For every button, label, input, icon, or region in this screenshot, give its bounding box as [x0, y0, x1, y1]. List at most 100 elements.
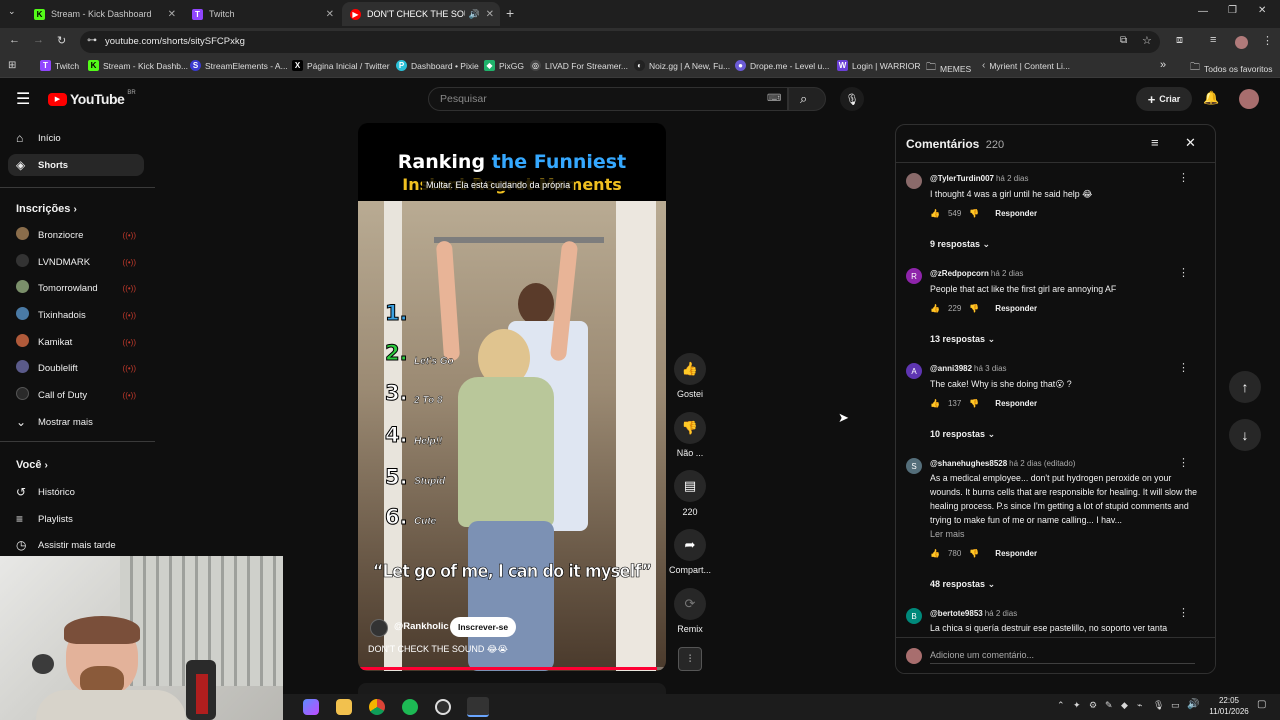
tab-close-icon[interactable]: ✕ — [326, 9, 334, 20]
dislike-icon[interactable]: 👎 — [969, 209, 979, 218]
chrome-icon[interactable] — [369, 699, 385, 715]
bookmark-item[interactable]: P Dashboard • Pixie — [396, 60, 479, 71]
extensions-icon[interactable]: ⧈ — [1176, 34, 1183, 47]
tray-app-icon[interactable]: ⚙ — [1089, 700, 1097, 711]
voice-search-button[interactable]: 🎙 — [840, 87, 864, 111]
speaker-icon[interactable]: 🔊 — [469, 9, 480, 20]
bookmark-item[interactable]: ‹ Myrient | Content Li... — [982, 60, 1070, 71]
read-more-link[interactable]: Ler mais — [930, 529, 965, 539]
sort-icon[interactable]: ≡ — [1151, 135, 1159, 150]
file-explorer-icon[interactable] — [336, 699, 352, 715]
account-avatar[interactable] — [1239, 89, 1259, 109]
tray-chevron-icon[interactable]: ⌃ — [1057, 700, 1065, 711]
dislike-icon[interactable]: 👎 — [969, 399, 979, 408]
reload-icon[interactable]: ↻ — [57, 34, 66, 47]
replies-toggle[interactable]: 9 respostas ⌄ — [930, 239, 990, 250]
comment-author[interactable]: @shanehughes8528 há 2 dias (editado) — [930, 459, 1075, 468]
next-short-button[interactable]: ↓ — [1229, 419, 1261, 451]
comment-avatar[interactable]: R — [906, 268, 922, 284]
dislike-button[interactable]: 👎 — [674, 412, 706, 444]
remix-button[interactable]: ⟳ — [674, 588, 706, 620]
youtube-logo[interactable]: ▶ YouTube BR — [48, 90, 136, 107]
volume-icon[interactable]: 🔊 — [1187, 699, 1199, 710]
replies-toggle[interactable]: 48 respostas ⌄ — [930, 579, 995, 590]
comment-author[interactable]: @anni3982 há 3 dias — [930, 364, 1007, 373]
hamburger-menu-icon[interactable]: ☰ — [16, 89, 30, 109]
like-button[interactable]: 👍 — [674, 353, 706, 385]
copilot-icon[interactable] — [303, 699, 319, 715]
bookmark-star-icon[interactable]: ☆ — [1142, 34, 1152, 47]
restore-icon[interactable]: ❐ — [1228, 5, 1237, 16]
bookmark-item[interactable]: ◐ Noiz.gg | A New, Fu... — [634, 60, 730, 71]
next-short-preview[interactable] — [358, 683, 666, 694]
keyboard-icon[interactable]: ⌨ — [767, 93, 781, 104]
obs-icon[interactable] — [435, 699, 451, 715]
progress-bar[interactable] — [358, 667, 666, 670]
comment-avatar[interactable] — [906, 173, 922, 189]
bookmark-item[interactable]: ◆ PixGG — [484, 60, 524, 71]
minimize-icon[interactable]: — — [1198, 6, 1208, 17]
clock-date[interactable]: 11/01/2026 — [1203, 707, 1255, 716]
comment-author[interactable]: @zRedpopcorn há 2 dias — [930, 269, 1023, 278]
display-icon[interactable]: ▭ — [1171, 700, 1180, 711]
chrome-active-icon[interactable] — [467, 697, 489, 717]
back-icon[interactable]: ← — [9, 34, 20, 46]
subscriptions-header[interactable]: Inscrições › — [16, 203, 77, 215]
comment-menu-icon[interactable]: ⋮ — [1178, 171, 1189, 184]
bookmark-item[interactable]: T Twitch — [40, 60, 79, 71]
sidebar-item-watch-later[interactable]: ◷ Assistir mais tarde — [8, 534, 144, 556]
address-bar[interactable]: ⊶ youtube.com/shorts/sitySFCPxkg ⧉ ☆ — [80, 31, 1160, 53]
tray-app-icon[interactable]: ✦ — [1073, 700, 1081, 711]
sidebar-item-history[interactable]: ↺ Histórico — [8, 481, 144, 503]
sidebar-item-home[interactable]: ⌂ Início — [8, 127, 144, 149]
bookmark-item[interactable]: S StreamElements - A... — [190, 60, 288, 71]
bookmark-folder[interactable]: 🗀 MEMES — [926, 60, 971, 77]
share-button[interactable]: ➦ — [674, 529, 706, 561]
all-favorites-folder[interactable]: 🗀 Todos os favoritos — [1190, 60, 1273, 77]
sidebar-item-subscription[interactable]: LVNDMARK ((•)) — [8, 251, 144, 273]
sidebar-item-subscription[interactable]: Tixinhadois ((•)) — [8, 304, 144, 326]
bookmark-item[interactable]: ◎ LIVAD For Streamer... — [530, 60, 628, 71]
sidebar-item-playlists[interactable]: ≡ Playlists — [8, 508, 144, 530]
bookmark-item[interactable]: ● Drope.me - Level u... — [735, 60, 829, 71]
comment-avatar[interactable]: A — [906, 363, 922, 379]
comment-menu-icon[interactable]: ⋮ — [1178, 266, 1189, 279]
close-window-icon[interactable]: ✕ — [1258, 5, 1266, 16]
tab-close-icon[interactable]: ✕ — [486, 9, 494, 20]
profile-avatar[interactable] — [1235, 36, 1248, 49]
comment-author[interactable]: @TylerTurdin007 há 2 dias — [930, 174, 1028, 183]
tab-youtube-short[interactable]: ▶ DON'T CHECK THE SOUND 🔊 ✕ — [342, 2, 500, 26]
like-icon[interactable]: 👍 — [930, 304, 940, 313]
tab-close-icon[interactable]: ✕ — [168, 9, 176, 20]
you-header[interactable]: Você › — [16, 459, 48, 471]
microphone-tray-icon[interactable]: 🎙 — [1153, 700, 1164, 711]
create-button[interactable]: + Criar — [1136, 87, 1192, 111]
spotify-icon[interactable] — [402, 699, 418, 715]
comment-avatar[interactable]: B — [906, 608, 922, 624]
bookmark-item[interactable]: K Stream - Kick Dashb... — [88, 60, 188, 71]
reply-button[interactable]: Responder — [995, 209, 1037, 218]
bookmark-item[interactable]: X Página Inicial / Twitter — [292, 60, 390, 71]
dislike-icon[interactable]: 👎 — [969, 549, 979, 558]
like-icon[interactable]: 👍 — [930, 209, 940, 218]
sidebar-item-subscription[interactable]: Call of Duty ((•)) — [8, 384, 144, 406]
channel-avatar[interactable] — [370, 619, 388, 637]
sidebar-item-subscription[interactable]: Kamikat ((•)) — [8, 331, 144, 353]
search-input[interactable]: Pesquisar ⌨ — [428, 87, 788, 111]
notifications-bell-icon[interactable]: 🔔 — [1203, 90, 1219, 106]
previous-short-button[interactable]: ↑ — [1229, 371, 1261, 403]
shorts-video-player[interactable]: Ranking the Funniest Instant Regret Mome… — [358, 123, 666, 671]
replies-toggle[interactable]: 13 respostas ⌄ — [930, 334, 995, 345]
replies-toggle[interactable]: 10 respostas ⌄ — [930, 429, 995, 440]
sidebar-item-subscription[interactable]: Doublelift ((•)) — [8, 357, 144, 379]
bookmark-item[interactable]: W Login | WARRIOR — [837, 60, 921, 71]
comment-menu-icon[interactable]: ⋮ — [1178, 606, 1189, 619]
sidebar-item-subscription[interactable]: Tomorrowland ((•)) — [8, 277, 144, 299]
tray-app-icon[interactable]: ◆ — [1121, 700, 1128, 711]
comments-button[interactable]: ▤ — [674, 470, 706, 502]
comment-menu-icon[interactable]: ⋮ — [1178, 456, 1189, 469]
channel-name[interactable]: @Rankholic — [394, 621, 449, 632]
tab-search-chevron-icon[interactable]: ⌄ — [8, 6, 16, 17]
apps-grid-icon[interactable]: ⊞ — [8, 60, 16, 71]
reply-button[interactable]: Responder — [995, 549, 1037, 558]
